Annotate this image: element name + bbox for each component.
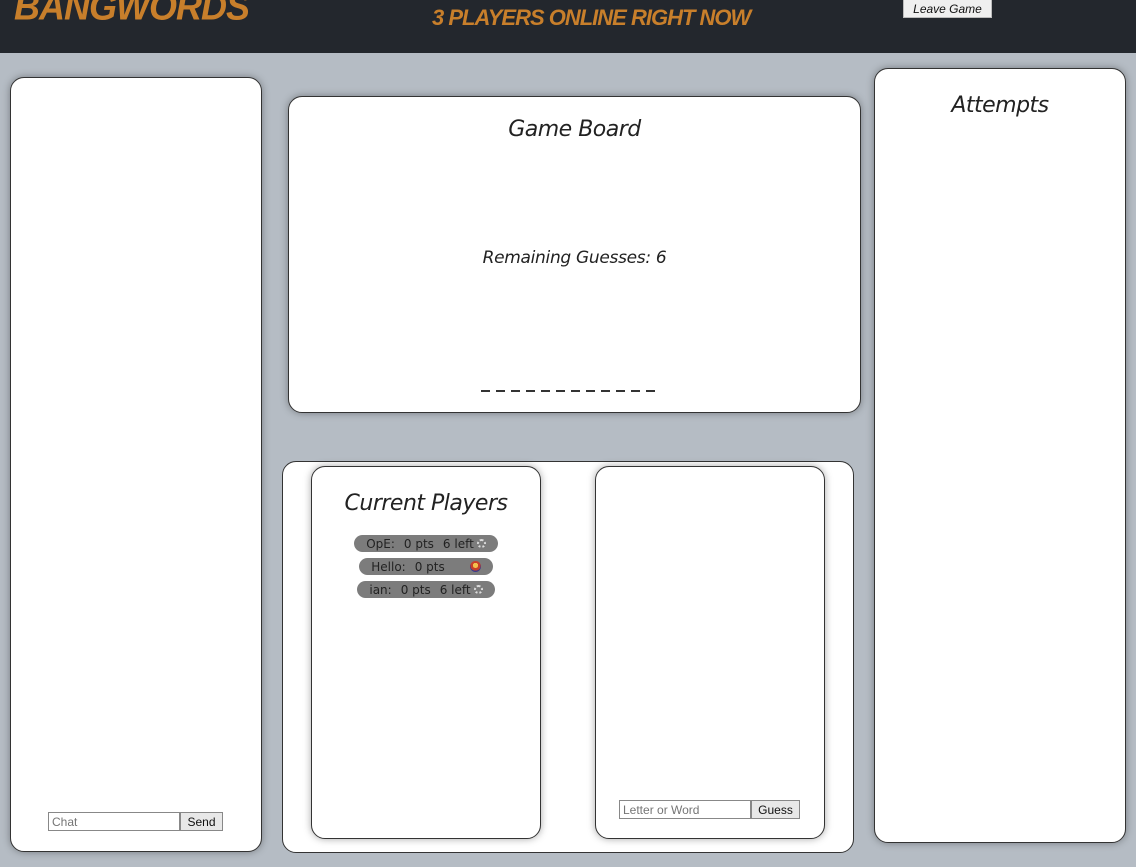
player-points: 0 pts [403, 536, 434, 551]
hangman-avatar-icon [469, 561, 481, 572]
letter-blank [481, 390, 490, 392]
app-logo: BANGWORDS [14, 0, 250, 28]
player-guesses-left: 6 left [439, 582, 471, 597]
current-players-title: Current Players [344, 491, 508, 516]
send-button[interactable]: Send [180, 812, 223, 831]
game-board-panel: Game Board Remaining Guesses: 6 [288, 96, 861, 413]
letter-blank [526, 390, 535, 392]
letter-blank [646, 390, 655, 392]
current-players-panel: Current Players [311, 466, 541, 839]
player-name: ian: [369, 582, 392, 597]
leave-game-button[interactable]: Leave Game [903, 0, 992, 18]
player-points: 0 pts [400, 582, 431, 597]
player-name: Hello: [371, 559, 406, 574]
players-list: OpE: 0 pts 6 left Hello: 0 pts ian: 0 pts 6 lef… [311, 535, 541, 598]
letter-blank [511, 390, 520, 392]
letter-blank [586, 390, 595, 392]
top-header: BANGWORDS 3 PLAYERS ONLINE RIGHT NOW Lea… [0, 0, 1136, 53]
attempts-title: Attempts [951, 93, 1049, 118]
player-guesses-left: 6 left [442, 536, 474, 551]
word-blanks [481, 378, 655, 392]
guess-form: Guess [619, 800, 800, 819]
online-players-status: 3 PLAYERS ONLINE RIGHT NOW [432, 5, 751, 30]
player-name: OpE: [366, 536, 395, 551]
guess-button[interactable]: Guess [751, 800, 800, 819]
guess-panel [595, 466, 825, 839]
player-pill: OpE: 0 pts 6 left [354, 535, 498, 552]
letter-blank [541, 390, 550, 392]
player-pill: Hello: 0 pts [359, 558, 493, 575]
loading-spinner-icon [476, 539, 486, 548]
player-pill: ian: 0 pts 6 left [357, 581, 495, 598]
remaining-guesses: Remaining Guesses: 6 [482, 248, 667, 268]
chat-panel [10, 77, 262, 852]
letter-blank [556, 390, 565, 392]
chat-input[interactable] [48, 812, 180, 831]
game-board-title: Game Board [508, 117, 641, 142]
loading-spinner-icon [473, 585, 483, 594]
letter-blank [616, 390, 625, 392]
letter-blank [571, 390, 580, 392]
attempts-panel: Attempts [874, 68, 1126, 843]
letter-blank [631, 390, 640, 392]
letter-blank [496, 390, 505, 392]
chat-form: Send [48, 812, 223, 831]
guess-input[interactable] [619, 800, 751, 819]
letter-blank [601, 390, 610, 392]
player-points: 0 pts [414, 559, 445, 574]
